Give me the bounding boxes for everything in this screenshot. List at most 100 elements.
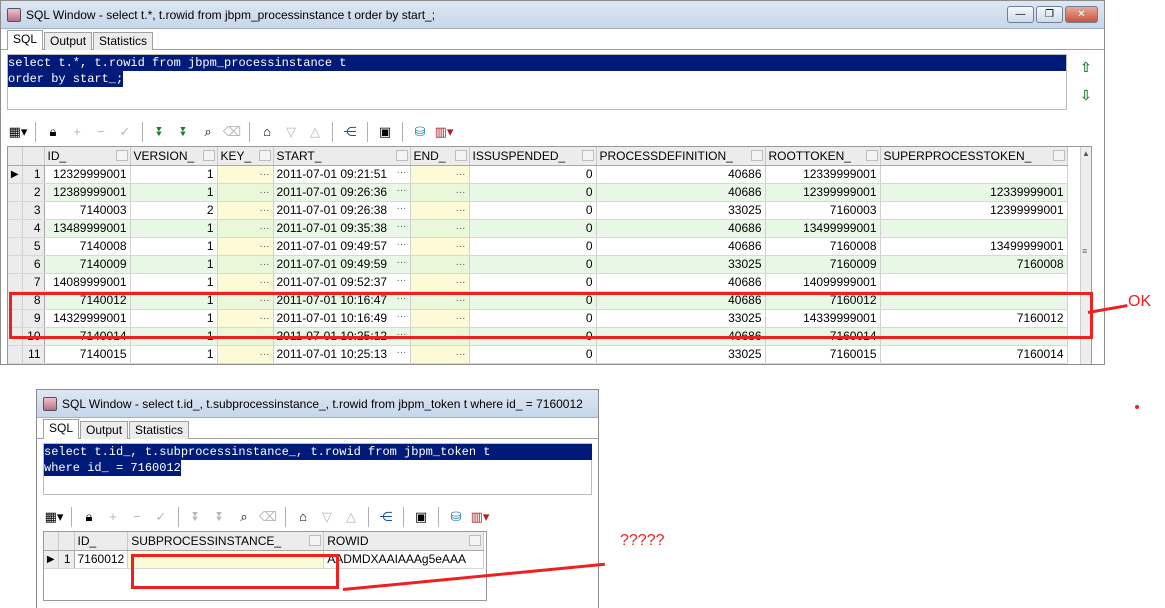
cell-id[interactable]: 7160012 xyxy=(74,550,129,569)
cell-editor-button[interactable]: ··· xyxy=(260,223,270,234)
explain-icon[interactable]: ⋲ xyxy=(375,507,397,527)
clear-icon[interactable]: ⌫ xyxy=(257,507,279,527)
cell-editor-button[interactable]: ··· xyxy=(397,167,407,178)
cell-processdefinition[interactable]: 40686 xyxy=(596,219,766,238)
cell-start[interactable]: ··· 2011-07-01 09:52:37 xyxy=(273,273,411,292)
table-row[interactable]: 7 14089999001 1 ··· ··· 2011-07-01 09:52:37 ··… xyxy=(8,273,1068,292)
cell-editor-button[interactable]: ··· xyxy=(397,203,407,214)
cell-version[interactable]: 1 xyxy=(130,237,218,256)
grid-view-icon[interactable]: ▦▾ xyxy=(43,507,65,527)
cell-editor-button[interactable]: ··· xyxy=(456,223,466,234)
filter-up-icon[interactable]: △ xyxy=(340,507,362,527)
cell-id[interactable]: 7140015 xyxy=(44,345,131,364)
cell-superprocesstoken[interactable] xyxy=(880,165,1068,184)
cell-superprocesstoken[interactable]: 7160008 xyxy=(880,255,1068,274)
cell-version[interactable]: 1 xyxy=(130,255,218,274)
cell-editor-button[interactable]: ··· xyxy=(397,347,407,358)
cell-key[interactable]: ··· xyxy=(217,345,274,364)
cell-editor-button[interactable]: ··· xyxy=(456,259,466,270)
cell-version[interactable]: 1 xyxy=(130,165,218,184)
chart-icon[interactable]: ▥▾ xyxy=(469,507,491,527)
cell-processdefinition[interactable]: 33025 xyxy=(596,255,766,274)
cell-superprocesstoken[interactable]: 12339999001 xyxy=(880,183,1068,202)
close-icon[interactable]: ✕ xyxy=(1065,6,1098,23)
query-by-example-icon[interactable]: ⌂ xyxy=(256,122,278,142)
cell-superprocesstoken[interactable] xyxy=(880,219,1068,238)
cell-key[interactable]: ··· xyxy=(217,255,274,274)
filter-up-icon[interactable]: △ xyxy=(304,122,326,142)
cell-issuspended[interactable]: 0 xyxy=(469,237,597,256)
cell-rowid[interactable]: AADMDXAAIAAAg5eAAA xyxy=(323,550,485,569)
grid-view-icon[interactable]: ▦▾ xyxy=(7,122,29,142)
cell-start[interactable]: ··· 2011-07-01 09:35:38 xyxy=(273,219,411,238)
cell-start[interactable]: ··· 2011-07-01 09:49:59 xyxy=(273,255,411,274)
cell-editor-button[interactable]: ··· xyxy=(260,205,270,216)
post-icon[interactable]: ✓ xyxy=(114,122,136,142)
cell-processdefinition[interactable]: 40686 xyxy=(596,237,766,256)
column-header[interactable]: ID_ xyxy=(74,532,129,551)
table-row[interactable]: 2 12389999001 1 ··· ··· 2011-07-01 09:26:36 ··… xyxy=(8,183,1068,202)
cell-editor-button[interactable]: ··· xyxy=(456,169,466,180)
column-header[interactable]: ROWID xyxy=(323,532,485,551)
cell-processdefinition[interactable]: 40686 xyxy=(596,183,766,202)
scroll-up-icon[interactable]: ▲ xyxy=(1082,149,1090,158)
cell-editor-button[interactable]: ··· xyxy=(456,187,466,198)
find-icon[interactable]: ⌕ xyxy=(197,122,219,142)
column-header[interactable]: ROOTTOKEN_ xyxy=(765,147,881,166)
post-icon[interactable]: ✓ xyxy=(150,507,172,527)
minimize-icon[interactable]: — xyxy=(1007,6,1034,23)
scroll-grip[interactable]: ≡ xyxy=(1082,247,1090,263)
cell-issuspended[interactable]: 0 xyxy=(469,183,597,202)
explain-icon[interactable]: ⋲ xyxy=(339,122,361,142)
cell-id[interactable]: 12329999001 xyxy=(44,165,131,184)
cell-end[interactable]: ··· xyxy=(410,237,470,256)
cell-id[interactable]: 14089999001 xyxy=(44,273,131,292)
save-icon[interactable]: ▣ xyxy=(410,507,432,527)
previous-query-arrow-icon[interactable]: ⇧ xyxy=(1076,57,1096,85)
cell-key[interactable]: ··· xyxy=(217,237,274,256)
cell-superprocesstoken[interactable] xyxy=(880,273,1068,292)
cell-roottoken[interactable]: 7160009 xyxy=(765,255,881,274)
column-header[interactable]: PROCESSDEFINITION_ xyxy=(596,147,766,166)
cell-start[interactable]: ··· 2011-07-01 09:26:38 xyxy=(273,201,411,220)
cell-key[interactable]: ··· xyxy=(217,183,274,202)
cell-issuspended[interactable]: 0 xyxy=(469,165,597,184)
cell-issuspended[interactable]: 0 xyxy=(469,345,597,364)
cell-roottoken[interactable]: 12339999001 xyxy=(765,165,881,184)
cell-version[interactable]: 1 xyxy=(130,183,218,202)
cell-start[interactable]: ··· 2011-07-01 09:49:57 xyxy=(273,237,411,256)
cell-end[interactable]: ··· xyxy=(410,345,470,364)
add-record-icon[interactable]: + xyxy=(102,507,124,527)
cell-editor-button[interactable]: ··· xyxy=(397,221,407,232)
column-header[interactable]: START_ xyxy=(273,147,411,166)
cell-roottoken[interactable]: 14099999001 xyxy=(765,273,881,292)
filter-down-icon[interactable]: ▽ xyxy=(280,122,302,142)
lock-icon[interactable]: 🔒︎ xyxy=(78,507,100,527)
window-titlebar[interactable]: SQL Window - select t.*, t.rowid from jb… xyxy=(1,1,1104,29)
cell-processdefinition[interactable]: 40686 xyxy=(596,165,766,184)
cell-editor-button[interactable]: ··· xyxy=(456,277,466,288)
lock-icon[interactable]: 🔒︎ xyxy=(42,122,64,142)
clear-icon[interactable]: ⌫ xyxy=(221,122,243,142)
export-icon[interactable]: ⛁ xyxy=(409,122,431,142)
cell-id[interactable]: 12389999001 xyxy=(44,183,131,202)
cell-editor-button[interactable]: ··· xyxy=(456,349,466,360)
cell-editor-button[interactable]: ··· xyxy=(260,187,270,198)
cell-roottoken[interactable]: 12399999001 xyxy=(765,183,881,202)
fetch-last-icon[interactable]: ⏬︎ xyxy=(209,507,231,527)
cell-editor-button[interactable]: ··· xyxy=(397,275,407,286)
table-row[interactable]: ▶ 1 12329999001 1 ··· ··· 2011-07-01 09:21:51 ·… xyxy=(8,165,1068,184)
tab-statistics[interactable]: Statistics xyxy=(129,421,190,439)
cell-id[interactable]: 13489999001 xyxy=(44,219,131,238)
cell-editor-button[interactable]: ··· xyxy=(397,239,407,250)
cell-editor-button[interactable]: ··· xyxy=(260,349,270,360)
cell-version[interactable]: 1 xyxy=(130,219,218,238)
column-header[interactable]: VERSION_ xyxy=(130,147,218,166)
cell-id[interactable]: 7140008 xyxy=(44,237,131,256)
table-row[interactable]: 3 7140003 2 ··· ··· 2011-07-01 09:26:38 ··· 0 33… xyxy=(8,201,1068,220)
sql-editor[interactable]: select t.*, t.rowid from jbpm_processins… xyxy=(7,54,1067,110)
column-header[interactable]: SUBPROCESSINSTANCE_ xyxy=(127,532,325,551)
delete-record-icon[interactable]: − xyxy=(126,507,148,527)
cell-start[interactable]: ··· 2011-07-01 09:26:36 xyxy=(273,183,411,202)
cell-editor-button[interactable]: ··· xyxy=(260,169,270,180)
